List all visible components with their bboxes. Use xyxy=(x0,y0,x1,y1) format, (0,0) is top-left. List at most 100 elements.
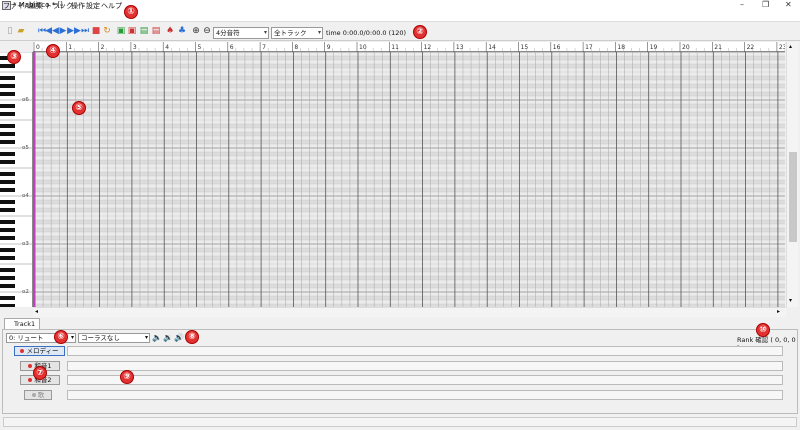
piano-keyboard[interactable] xyxy=(0,52,33,307)
black-key[interactable] xyxy=(0,112,15,116)
volume-icon[interactable]: 🔈 xyxy=(152,333,162,342)
grid-row xyxy=(35,216,785,220)
tab-track1[interactable]: Track1 xyxy=(4,318,40,329)
black-key[interactable] xyxy=(0,140,15,144)
black-key[interactable] xyxy=(0,228,15,232)
measure-label: 17 xyxy=(585,44,593,51)
black-key[interactable] xyxy=(0,84,15,88)
black-key[interactable] xyxy=(0,160,15,164)
grid-row xyxy=(35,200,785,204)
black-key[interactable] xyxy=(0,132,15,136)
track-filter-select[interactable]: 全トラック ▾ xyxy=(271,27,323,39)
black-key[interactable] xyxy=(0,304,15,307)
measure-label: 15 xyxy=(521,44,529,51)
remove-track-icon[interactable]: ▤ xyxy=(151,26,161,36)
grid-row xyxy=(35,176,785,180)
close-icon[interactable]: ✕ xyxy=(785,0,792,9)
black-key[interactable] xyxy=(0,284,15,288)
note-length-select[interactable]: 4分音符 ▾ xyxy=(213,27,269,39)
chorus-select[interactable]: コーラスなし ▾ xyxy=(78,333,150,343)
menu-track[interactable]: トラック xyxy=(45,1,73,11)
minimize-icon[interactable]: – xyxy=(740,0,744,9)
chord2-mml-bar[interactable] xyxy=(67,375,783,385)
volume-high-icon[interactable]: 🔊 xyxy=(174,333,184,342)
black-key[interactable] xyxy=(0,188,15,192)
horizontal-scrollbar[interactable]: ◂ ▸ xyxy=(33,307,786,317)
black-key[interactable] xyxy=(0,248,15,252)
black-key[interactable] xyxy=(0,276,15,280)
grid-row xyxy=(35,136,785,140)
measure-ruler[interactable]: 0 1 2 3 4 5 6 7 8 9 10 11 12 13 14 15 16 17 18 19 20 21 22 23 xyxy=(33,42,794,52)
octave-label-o5: o5 xyxy=(22,145,29,151)
scroll-right-icon[interactable]: ▸ xyxy=(777,308,780,315)
grid-row xyxy=(35,88,785,92)
skip-end-icon[interactable]: ⏭ xyxy=(80,26,90,36)
black-key[interactable] xyxy=(0,200,15,204)
grid-row xyxy=(35,288,785,292)
grid-row xyxy=(35,108,785,112)
menu-help[interactable]: ヘルプ xyxy=(101,1,122,11)
part-button-song[interactable]: 歌 xyxy=(24,390,52,400)
grid-row xyxy=(35,256,785,260)
scroll-down-icon[interactable]: ▾ xyxy=(789,297,792,304)
grid-row xyxy=(35,68,785,72)
black-key[interactable] xyxy=(0,64,15,68)
piano-keys[interactable] xyxy=(0,52,33,307)
melody-mml-bar[interactable] xyxy=(67,346,783,356)
black-key[interactable] xyxy=(0,296,15,300)
new-file-icon[interactable]: ▯ xyxy=(5,26,15,36)
chord1-mml-bar[interactable] xyxy=(67,361,783,371)
add-track-icon[interactable]: ▣ xyxy=(116,26,126,36)
black-key[interactable] xyxy=(0,92,15,96)
note-grid[interactable] xyxy=(33,52,785,307)
menu-operation[interactable]: 操作 xyxy=(71,1,85,11)
rewind-icon[interactable]: ◀◀ xyxy=(45,26,59,36)
grid-row xyxy=(35,280,785,284)
black-key[interactable] xyxy=(0,104,15,108)
black-key[interactable] xyxy=(0,208,15,212)
fast-forward-icon[interactable]: ▶▶ xyxy=(67,26,81,36)
duplicate-track-icon[interactable]: ▤ xyxy=(139,26,149,36)
black-key[interactable] xyxy=(0,76,15,80)
scroll-left-icon[interactable]: ◂ xyxy=(35,308,38,315)
delete-track-icon[interactable]: ▣ xyxy=(127,26,137,36)
vertical-scroll-thumb[interactable] xyxy=(789,152,797,242)
zoom-in-icon[interactable]: ⊕ xyxy=(191,26,201,36)
black-key[interactable] xyxy=(0,124,15,128)
black-key[interactable] xyxy=(0,172,15,176)
select-mode-icon[interactable]: ♣ xyxy=(177,26,187,36)
black-key[interactable] xyxy=(0,268,15,272)
menu-file[interactable]: ファイル xyxy=(3,1,31,11)
loop-icon[interactable]: ↻ xyxy=(102,26,112,36)
black-key[interactable] xyxy=(0,152,15,156)
grid-row xyxy=(35,180,785,184)
menu-edit[interactable]: 編集 xyxy=(29,1,43,11)
volume-mid-icon[interactable]: 🔉 xyxy=(163,333,173,342)
grid-row xyxy=(35,76,785,80)
octave-label-o4: o4 xyxy=(22,193,29,199)
scroll-up-icon[interactable]: ▴ xyxy=(789,43,792,50)
menu-settings[interactable]: 設定 xyxy=(86,1,100,11)
grid-row xyxy=(35,52,785,56)
black-key[interactable] xyxy=(0,220,15,224)
grid-row xyxy=(35,252,785,256)
marker-4: ④ xyxy=(46,44,60,58)
open-folder-icon[interactable]: ▰ xyxy=(16,26,26,36)
grid-row xyxy=(35,84,785,88)
black-key[interactable] xyxy=(0,180,15,184)
measure-label: 6 xyxy=(230,44,234,51)
note-edit-icon[interactable]: ♠ xyxy=(165,26,175,36)
grid-row xyxy=(35,196,785,200)
zoom-out-icon[interactable]: ⊖ xyxy=(202,26,212,36)
grid-row xyxy=(35,204,785,208)
grid-row xyxy=(35,292,785,296)
part-button-melody[interactable]: メロディー xyxy=(14,346,65,356)
stop-icon[interactable]: ■ xyxy=(91,26,101,36)
octave-label-o6: o6 xyxy=(22,97,29,103)
vertical-scrollbar[interactable]: ▴ ▾ xyxy=(786,42,798,307)
grid-row xyxy=(35,272,785,276)
black-key[interactable] xyxy=(0,256,15,260)
song-mml-bar[interactable] xyxy=(67,390,783,400)
maximize-icon[interactable]: ❐ xyxy=(762,0,769,9)
black-key[interactable] xyxy=(0,236,15,240)
